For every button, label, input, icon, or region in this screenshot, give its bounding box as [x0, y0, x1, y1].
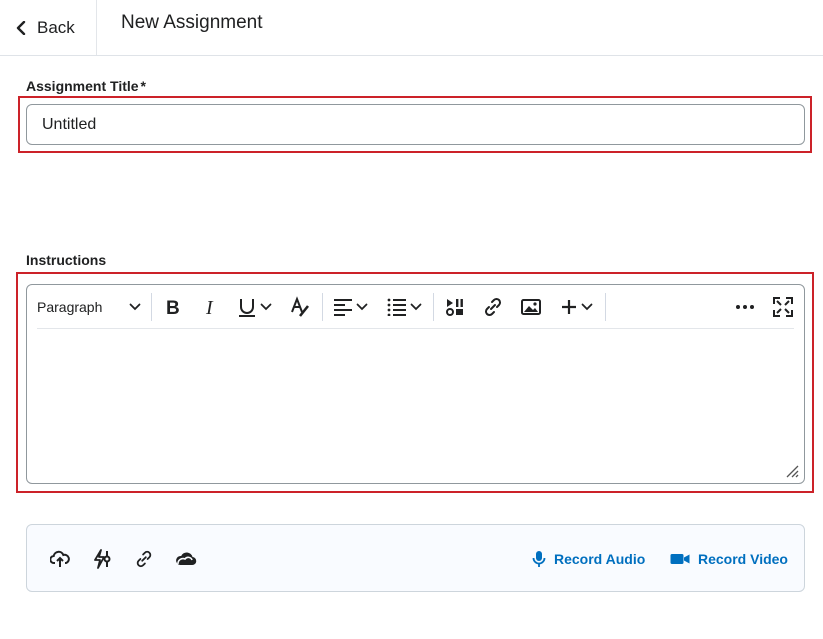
editor-body[interactable] [37, 333, 794, 463]
page-title: New Assignment [121, 12, 263, 33]
instructions-editor[interactable]: Paragraph B I [26, 284, 805, 484]
back-button[interactable]: Back [0, 0, 97, 55]
italic-icon: I [205, 298, 214, 316]
plus-icon [562, 300, 576, 314]
more-icon [736, 305, 754, 309]
chevron-down-icon [410, 303, 421, 311]
image-button[interactable] [518, 294, 544, 320]
link-icon [136, 550, 152, 568]
link-button[interactable] [480, 294, 506, 320]
activity-icon [94, 549, 111, 569]
bold-button[interactable]: B [160, 294, 186, 320]
underline-icon [238, 299, 255, 317]
top-bar: Back New Assignment [0, 0, 823, 56]
back-label: Back [37, 17, 75, 37]
more-button[interactable] [732, 294, 758, 320]
record-video-label: Record Video [698, 551, 788, 567]
cloud-icon [176, 552, 197, 566]
text-color-button[interactable] [287, 294, 313, 320]
toolbar-separator [151, 293, 152, 321]
bold-icon: B [166, 298, 180, 316]
instructions-label: Instructions [26, 252, 107, 268]
list-icon [387, 298, 406, 316]
assignment-title-label-text: Assignment Title [26, 78, 139, 94]
assignment-title-label: Assignment Title * [26, 78, 146, 94]
toolbar-separator [433, 293, 434, 321]
media-icon [446, 299, 463, 316]
chevron-down-icon [581, 303, 593, 311]
chevron-left-icon [16, 20, 26, 35]
toolbar-separator [322, 293, 323, 321]
underline-button[interactable] [234, 294, 274, 320]
fullscreen-icon [773, 297, 793, 317]
resize-handle-icon[interactable] [785, 464, 799, 478]
editor-toolbar: Paragraph B I [27, 285, 804, 329]
svg-text:B: B [166, 298, 180, 316]
required-marker: * [140, 78, 146, 94]
cloud-button[interactable] [175, 548, 197, 570]
link-icon [484, 297, 502, 317]
record-video-button[interactable]: Record Video [670, 549, 788, 569]
upload-button[interactable] [49, 548, 71, 570]
italic-button[interactable]: I [197, 294, 223, 320]
microphone-icon [532, 551, 546, 567]
chevron-down-icon [129, 303, 141, 311]
toolbar-separator [605, 293, 606, 321]
attachments-bar: Record Audio Record Video [26, 524, 805, 592]
attach-link-button[interactable] [133, 548, 155, 570]
record-audio-label: Record Audio [554, 551, 646, 567]
media-button[interactable] [442, 294, 468, 320]
toolbar-divider [37, 328, 794, 329]
image-icon [521, 299, 541, 315]
align-icon [333, 299, 352, 316]
assignment-title-input[interactable] [26, 104, 805, 145]
chevron-down-icon [260, 303, 271, 311]
insert-button[interactable] [557, 294, 597, 320]
text-color-icon [291, 296, 310, 317]
video-camera-icon [670, 554, 690, 564]
align-button[interactable] [330, 294, 370, 320]
activity-button[interactable] [91, 548, 113, 570]
upload-icon [50, 550, 70, 567]
list-button[interactable] [383, 294, 425, 320]
format-select[interactable]: Paragraph [37, 294, 141, 320]
fullscreen-button[interactable] [770, 294, 796, 320]
svg-text:I: I [205, 298, 214, 316]
chevron-down-icon [356, 303, 367, 311]
format-select-value: Paragraph [37, 299, 103, 315]
record-audio-button[interactable]: Record Audio [532, 549, 645, 569]
